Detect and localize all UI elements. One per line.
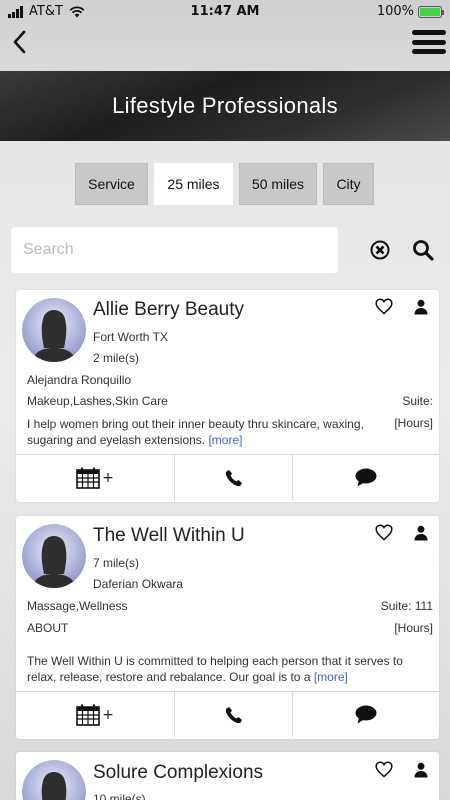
menu-button[interactable] xyxy=(412,28,446,56)
header-banner: Lifestyle Professionals xyxy=(0,71,450,141)
listing-distance: 7 mile(s) xyxy=(93,556,140,570)
listing-distance: 10 mile(s) xyxy=(93,792,146,800)
avatar xyxy=(22,760,86,800)
listing-name[interactable]: Solure Complexions xyxy=(93,762,263,784)
book-plus-label: + xyxy=(102,469,114,486)
heart-outline-icon xyxy=(375,524,393,541)
filter-50-miles-button[interactable]: 50 miles xyxy=(239,163,317,205)
listing-hours-link[interactable]: [Hours] xyxy=(394,416,433,430)
call-button[interactable] xyxy=(175,455,293,500)
listing-card[interactable]: The Well Within U 7 mile(s) Daferian Okw… xyxy=(16,516,439,739)
favorite-button[interactable] xyxy=(375,298,393,315)
listing-description: I help women bring out their inner beaut… xyxy=(27,416,377,448)
listing-card[interactable]: Allie Berry Beauty Fort Worth TX 2 mile(… xyxy=(16,290,439,502)
filter-25-miles-button[interactable]: 25 miles xyxy=(154,163,233,205)
clear-search-button[interactable] xyxy=(370,240,390,260)
profile-button[interactable] xyxy=(413,525,429,541)
clear-circle-x-icon xyxy=(370,240,390,260)
battery-fill xyxy=(420,7,440,16)
battery-percent: 100% xyxy=(376,4,414,19)
message-button[interactable] xyxy=(293,455,439,500)
listing-owner: Alejandra Ronquillo xyxy=(27,373,132,387)
filter-service-button[interactable]: Service xyxy=(75,163,148,205)
listing-suite: Suite: xyxy=(402,394,433,408)
listing-more-link[interactable]: [more] xyxy=(314,670,348,684)
chevron-left-icon xyxy=(13,30,26,54)
book-plus-label: + xyxy=(102,706,114,723)
listing-hours-link[interactable]: [Hours] xyxy=(394,621,433,635)
calendar-icon xyxy=(76,704,100,726)
listing-services: Massage,Wellness xyxy=(27,599,128,613)
listing-actions: + xyxy=(16,691,439,737)
listing-name[interactable]: Allie Berry Beauty xyxy=(93,299,244,321)
hamburger-menu-icon xyxy=(412,30,446,35)
phone-icon xyxy=(225,469,242,486)
status-bar: AT&T 11:47 AM 100% xyxy=(0,0,450,24)
profile-button[interactable] xyxy=(413,762,429,778)
search-input[interactable] xyxy=(23,241,326,259)
listing-distance: 2 mile(s) xyxy=(93,351,140,365)
listing-more-link[interactable]: [more] xyxy=(208,433,242,447)
search-box xyxy=(11,227,338,273)
listing-owner: Daferian Okwara xyxy=(93,577,184,591)
avatar xyxy=(22,524,86,588)
page-title: Lifestyle Professionals xyxy=(112,93,338,118)
filter-bar: Service 25 miles 50 miles City xyxy=(75,163,374,205)
listing-about-label: ABOUT xyxy=(27,621,69,635)
speech-bubble-icon xyxy=(355,468,377,487)
phone-icon xyxy=(225,706,242,723)
listing-card[interactable]: Solure Complexions 10 mile(s) xyxy=(16,752,439,800)
listing-description: The Well Within U is committed to helpin… xyxy=(27,653,427,685)
heart-outline-icon xyxy=(375,298,393,315)
favorite-button[interactable] xyxy=(375,524,393,541)
listing-description-text: I help women bring out their inner beaut… xyxy=(27,417,364,447)
message-button[interactable] xyxy=(293,692,439,737)
listing-location: Fort Worth TX xyxy=(93,330,168,344)
call-button[interactable] xyxy=(175,692,293,737)
listing-services: Makeup,Lashes,Skin Care xyxy=(27,394,168,408)
book-appointment-button[interactable]: + xyxy=(16,692,175,737)
search-button[interactable] xyxy=(412,239,434,261)
profile-button[interactable] xyxy=(413,299,429,315)
avatar xyxy=(22,298,86,362)
calendar-icon xyxy=(76,467,100,489)
listing-name[interactable]: The Well Within U xyxy=(93,525,245,547)
battery-icon xyxy=(418,5,444,18)
book-appointment-button[interactable]: + xyxy=(16,455,175,500)
magnifier-icon xyxy=(413,240,434,261)
status-right: 100% xyxy=(376,4,444,19)
person-icon xyxy=(414,525,428,541)
favorite-button[interactable] xyxy=(375,761,393,778)
listing-suite: Suite: 111 xyxy=(380,599,433,613)
back-button[interactable] xyxy=(8,28,32,56)
person-icon xyxy=(414,299,428,315)
person-icon xyxy=(414,762,428,778)
speech-bubble-icon xyxy=(355,705,377,724)
listing-actions: + xyxy=(16,454,439,500)
heart-outline-icon xyxy=(375,761,393,778)
filter-city-button[interactable]: City xyxy=(323,163,374,205)
